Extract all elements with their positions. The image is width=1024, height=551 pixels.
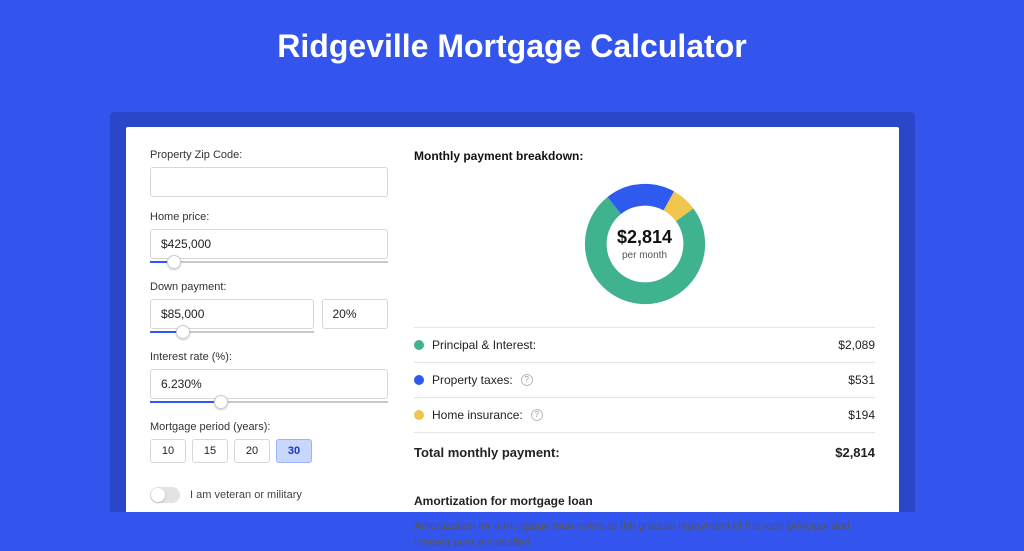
down-payment-slider[interactable] (150, 327, 314, 337)
interest-slider[interactable] (150, 397, 388, 407)
payment-donut-chart: $2,814 per month (580, 179, 710, 309)
veteran-row: I am veteran or military (150, 487, 388, 503)
legend-left: Property taxes:? (414, 373, 533, 387)
info-icon[interactable]: ? (531, 409, 543, 421)
veteran-toggle[interactable] (150, 487, 180, 503)
legend-dot-icon (414, 410, 424, 420)
total-value: $2,814 (835, 445, 875, 460)
veteran-label: I am veteran or military (190, 489, 302, 501)
legend-left: Principal & Interest: (414, 338, 536, 352)
period-option-10[interactable]: 10 (150, 439, 186, 463)
breakdown-column: Monthly payment breakdown: $2,814 per mo… (414, 149, 875, 512)
legend-value: $2,089 (838, 338, 875, 352)
home-price-slider[interactable] (150, 257, 388, 267)
down-payment-label: Down payment: (150, 281, 388, 293)
total-row: Total monthly payment: $2,814 (414, 433, 875, 478)
donut-sub: per month (622, 250, 667, 261)
amortization-heading: Amortization for mortgage loan (414, 484, 875, 508)
slider-track (150, 261, 388, 263)
slider-thumb[interactable] (214, 395, 228, 409)
interest-field: Interest rate (%): (150, 351, 388, 407)
legend-value: $194 (848, 408, 875, 422)
legend-label: Property taxes: (432, 373, 513, 387)
down-payment-field: Down payment: (150, 281, 388, 337)
info-icon[interactable]: ? (521, 374, 533, 386)
slider-thumb[interactable] (176, 325, 190, 339)
period-option-20[interactable]: 20 (234, 439, 270, 463)
legend-label: Home insurance: (432, 408, 523, 422)
period-label: Mortgage period (years): (150, 421, 388, 433)
breakdown-heading: Monthly payment breakdown: (414, 149, 875, 163)
home-price-input[interactable] (150, 229, 388, 259)
zip-input[interactable] (150, 167, 388, 197)
legend-row: Principal & Interest: $2,089 (414, 327, 875, 362)
legend-value: $531 (848, 373, 875, 387)
donut-amount: $2,814 (617, 227, 672, 248)
home-price-field: Home price: (150, 211, 388, 267)
amortization-text: Amortization for a mortgage loan refers … (414, 518, 875, 551)
total-label: Total monthly payment: (414, 445, 560, 460)
legend-left: Home insurance:? (414, 408, 543, 422)
legend-row: Home insurance:? $194 (414, 397, 875, 433)
period-field: Mortgage period (years): 10152030 (150, 421, 388, 463)
zip-field: Property Zip Code: (150, 149, 388, 197)
home-price-label: Home price: (150, 211, 388, 223)
down-payment-pct-input[interactable] (322, 299, 389, 329)
app-root: Ridgeville Mortgage Calculator Property … (0, 0, 1024, 512)
page-title: Ridgeville Mortgage Calculator (0, 0, 1024, 65)
legend-label: Principal & Interest: (432, 338, 536, 352)
legend-dot-icon (414, 375, 424, 385)
donut-wrap: $2,814 per month (414, 169, 875, 327)
period-option-15[interactable]: 15 (192, 439, 228, 463)
zip-label: Property Zip Code: (150, 149, 388, 161)
slider-thumb[interactable] (167, 255, 181, 269)
legend-row: Property taxes:? $531 (414, 362, 875, 397)
period-option-30[interactable]: 30 (276, 439, 312, 463)
donut-center: $2,814 per month (580, 179, 710, 309)
interest-label: Interest rate (%): (150, 351, 388, 363)
legend: Principal & Interest: $2,089 Property taxe… (414, 327, 875, 433)
slider-fill (150, 401, 221, 403)
form-column: Property Zip Code: Home price: Down paym… (150, 149, 388, 512)
down-payment-input[interactable] (150, 299, 314, 329)
legend-dot-icon (414, 340, 424, 350)
toggle-knob (151, 488, 165, 502)
period-options: 10152030 (150, 439, 388, 463)
interest-input[interactable] (150, 369, 388, 399)
calculator-card: Property Zip Code: Home price: Down paym… (126, 127, 899, 512)
